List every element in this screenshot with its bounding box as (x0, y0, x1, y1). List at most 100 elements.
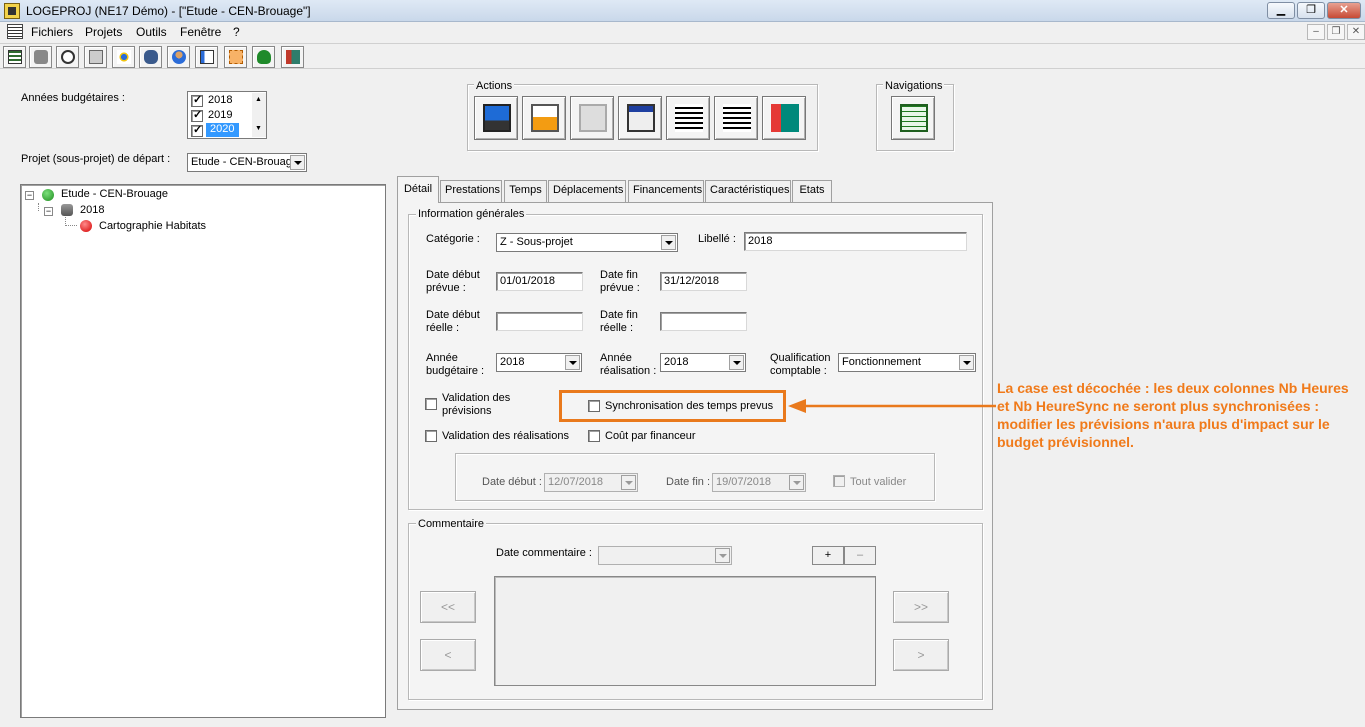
chevron-down-icon[interactable] (661, 235, 676, 250)
menu-fichiers[interactable]: Fichiers (31, 25, 73, 39)
year-list-scrollbar[interactable]: ▲ ▼ (252, 93, 266, 137)
year-2019-checkbox[interactable]: ✓ (191, 109, 203, 122)
tree-collapse-icon[interactable]: − (44, 207, 53, 216)
first-comment-button[interactable]: << (420, 591, 476, 623)
tab-detail[interactable]: Détail (397, 176, 439, 203)
minimize-button[interactable]: ▁ (1267, 2, 1295, 19)
chevron-down-icon[interactable] (565, 355, 580, 370)
tree-year-label[interactable]: 2018 (80, 204, 104, 216)
tab-prestations[interactable]: Prestations (440, 180, 502, 202)
action-remove-row-button[interactable] (714, 96, 758, 140)
action-delete-button[interactable] (570, 96, 614, 140)
annotation-arrow-icon (788, 399, 996, 413)
annee-realisation-select[interactable]: 2018 (660, 353, 746, 372)
close-button[interactable]: ✕ (1327, 2, 1361, 19)
mdi-restore-button[interactable]: ❐ (1327, 24, 1345, 40)
cout-financeur-checkbox[interactable] (588, 430, 600, 442)
toolbar-handshake-button[interactable] (139, 46, 162, 68)
validation-realisations-checkbox[interactable] (425, 430, 437, 442)
date-fin-select[interactable]: 19/07/2018 (712, 473, 806, 492)
toolbar (0, 43, 1365, 69)
start-project-label: Projet (sous-projet) de départ : (21, 153, 171, 165)
chevron-down-icon[interactable] (789, 475, 804, 490)
tab-caracteristiques[interactable]: Caractéristiques (705, 180, 791, 202)
budget-years-label: Années budgétaires : (21, 92, 125, 104)
tree-root-label[interactable]: Etude - CEN-Brouage (61, 188, 168, 200)
validation-previsions-label: Validation des prévisions (442, 392, 511, 417)
mdi-minimize-button[interactable]: – (1307, 24, 1325, 40)
annee-budgetaire-select[interactable]: 2018 (496, 353, 582, 372)
tree-leaf-label[interactable]: Cartographie Habitats (99, 220, 206, 232)
menu-projets[interactable]: Projets (85, 25, 122, 39)
action-save-button[interactable] (522, 96, 566, 140)
qualification-select[interactable]: Fonctionnement (838, 353, 976, 372)
toolbar-org-button[interactable] (224, 46, 247, 68)
last-comment-button[interactable]: >> (893, 591, 949, 623)
menu-outils[interactable]: Outils (136, 25, 167, 39)
action-exit-button[interactable] (762, 96, 806, 140)
chevron-down-icon[interactable] (729, 355, 744, 370)
mdi-system-icon[interactable] (7, 24, 23, 39)
project-node-icon (42, 189, 54, 201)
remove-comment-button[interactable]: – (844, 546, 876, 565)
year-row-2019[interactable]: ✓ 2019 (190, 109, 250, 123)
year-row-2018[interactable]: ✓ 2018 (190, 94, 250, 108)
tree-collapse-icon[interactable]: − (25, 191, 34, 200)
toolbar-users-button[interactable] (167, 46, 190, 68)
next-comment-button[interactable]: > (893, 639, 949, 671)
toolbar-list-button[interactable] (3, 46, 26, 68)
budget-years-list[interactable]: ✓ 2018 ✓ 2019 ✓ 2020 ▲ ▼ (187, 91, 267, 139)
menu-help[interactable]: ? (233, 25, 240, 39)
menu-fenetre[interactable]: Fenêtre (180, 25, 221, 39)
tab-etats[interactable]: Etats (792, 180, 832, 202)
clock-icon (61, 50, 75, 64)
toolbar-network-button[interactable] (112, 46, 135, 68)
comment-textarea[interactable] (494, 576, 876, 686)
toolbar-stamp-button[interactable] (29, 46, 52, 68)
previous-comment-button[interactable]: < (420, 639, 476, 671)
chevron-down-icon[interactable] (621, 475, 636, 490)
toolbar-frog-button[interactable] (252, 46, 275, 68)
tab-financements[interactable]: Financements (628, 180, 704, 202)
toolbar-exit-button[interactable] (281, 46, 304, 68)
action-computer-button[interactable] (474, 96, 518, 140)
date-commentaire-select[interactable] (598, 546, 732, 565)
toolbar-tree-button[interactable] (195, 46, 218, 68)
remove-row-icon (723, 104, 751, 132)
project-tree[interactable]: − Etude - CEN-Brouage − 2018 Cartographi… (20, 184, 386, 718)
libelle-input[interactable]: 2018 (744, 232, 967, 251)
action-form-button[interactable] (618, 96, 662, 140)
start-project-select[interactable]: Etude - CEN-Brouag (187, 153, 307, 172)
chevron-down-icon[interactable] (959, 355, 974, 370)
restore-button[interactable]: ❐ (1297, 2, 1325, 19)
date-debut-select[interactable]: 12/07/2018 (544, 473, 638, 492)
add-comment-button[interactable]: + (812, 546, 844, 565)
mdi-close-button[interactable]: ✕ (1347, 24, 1365, 40)
year-row-2020[interactable]: ✓ 2020 (190, 123, 250, 138)
scroll-up-icon[interactable]: ▲ (255, 96, 262, 103)
validation-previsions-checkbox[interactable] (425, 398, 437, 410)
tab-deplacements[interactable]: Déplacements (548, 180, 626, 202)
date-fin-reelle-input[interactable] (660, 312, 747, 331)
year-2018-checkbox[interactable]: ✓ (191, 94, 203, 107)
toolbar-clock-button[interactable] (56, 46, 79, 68)
year-2020-checkbox[interactable]: ✓ (191, 124, 203, 137)
toolbar-document-button[interactable] (84, 46, 107, 68)
date-debut-reelle-input[interactable] (496, 312, 583, 331)
date-fin-prevue-input[interactable]: 31/12/2018 (660, 272, 747, 291)
chevron-down-icon[interactable] (290, 155, 305, 170)
action-add-row-button[interactable] (666, 96, 710, 140)
tout-valider-checkbox[interactable] (833, 475, 845, 487)
year-2020-label: 2020 (206, 123, 239, 137)
subproject-node-icon (80, 220, 92, 232)
organization-icon (229, 50, 243, 64)
menu-bar: Fichiers Projets Outils Fenêtre ? – ❐ ✕ (0, 22, 1365, 42)
date-fin-reelle-label: Date fin réelle : (600, 309, 638, 334)
navigation-table-button[interactable] (891, 96, 935, 140)
validation-realisations-label: Validation des réalisations (442, 430, 569, 442)
chevron-down-icon[interactable] (715, 548, 730, 563)
date-debut-prevue-input[interactable]: 01/01/2018 (496, 272, 583, 291)
tab-temps[interactable]: Temps (504, 180, 547, 202)
categorie-select[interactable]: Z - Sous-projet (496, 233, 678, 252)
scroll-down-icon[interactable]: ▼ (255, 125, 262, 132)
